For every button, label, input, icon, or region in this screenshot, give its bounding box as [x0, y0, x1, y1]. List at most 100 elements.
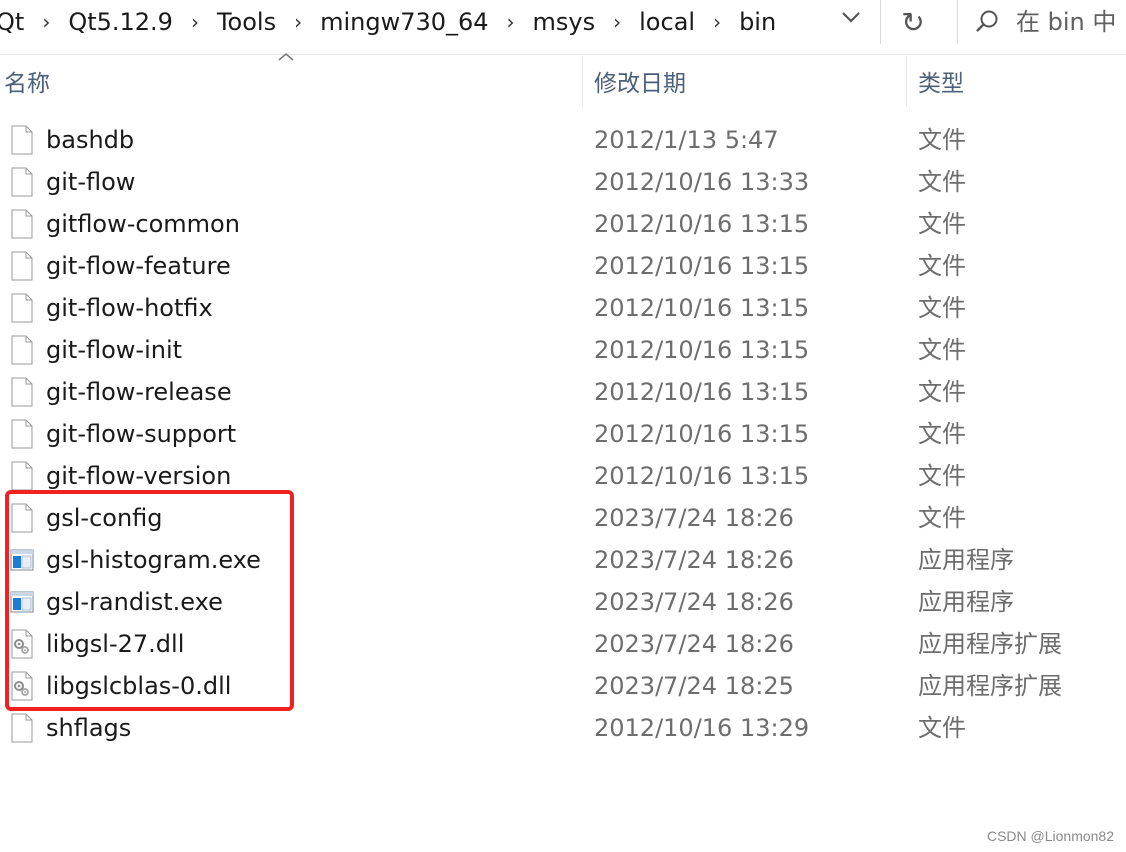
file-date-modified: 2012/10/16 13:15 [594, 420, 810, 448]
column-header-type-label: 类型 [918, 71, 964, 97]
breadcrumb-item[interactable]: msys [531, 8, 598, 36]
column-header-name[interactable]: 名称 [0, 56, 580, 106]
file-type: 文件 [918, 462, 966, 490]
file-row[interactable]: gsl-config 2023/7/24 18:26 文件 [0, 497, 1126, 539]
address-history-button[interactable] [832, 4, 870, 30]
file-date-modified: 2012/10/16 13:33 [594, 168, 810, 196]
file-date-modified: 2012/10/16 13:15 [594, 336, 810, 364]
file-name: libgslcblas-0.dll [46, 672, 232, 700]
blank-file-icon [10, 167, 34, 197]
file-type: 文件 [918, 210, 966, 238]
file-explorer-window: Qt › Qt5.12.9 › Tools › mingw730_64 › msys › local… [0, 0, 1126, 852]
search-box[interactable] [957, 0, 1126, 44]
address-bar[interactable]: Qt › Qt5.12.9 › Tools › mingw730_64 › msys › local… [0, 0, 880, 44]
file-type: 文件 [918, 378, 966, 406]
file-row[interactable]: gsl-randist.exe 2023/7/24 18:26 应用程序 [0, 581, 1126, 623]
search-icon [976, 10, 998, 32]
file-name: shflags [46, 714, 132, 742]
breadcrumb-separator-icon[interactable]: › [26, 10, 66, 34]
file-row[interactable]: bashdb 2012/1/13 5:47 文件 [0, 119, 1126, 161]
file-name: git-flow-version [46, 462, 232, 490]
blank-file-icon [10, 713, 34, 743]
breadcrumb-separator-icon[interactable]: › [175, 10, 215, 34]
blank-file-icon [10, 503, 34, 533]
file-name: git-flow-release [46, 378, 232, 406]
breadcrumb-item[interactable]: Qt [0, 8, 26, 36]
blank-file-icon [10, 251, 34, 281]
file-row[interactable]: shflags 2012/10/16 13:29 文件 [0, 707, 1126, 749]
breadcrumb-separator-icon[interactable]: › [697, 10, 737, 34]
blank-file-icon [10, 377, 34, 407]
file-row[interactable]: git-flow 2012/10/16 13:33 文件 [0, 161, 1126, 203]
blank-file-icon [10, 335, 34, 365]
file-date-modified: 2023/7/24 18:26 [594, 504, 794, 532]
file-row[interactable]: libgsl-27.dll 2023/7/24 18:26 应用程序扩展 [0, 623, 1126, 665]
breadcrumb-separator-icon[interactable]: › [597, 10, 637, 34]
refresh-button[interactable]: ↻ [882, 0, 944, 44]
watermark: CSDN @Lionmon82 [986, 828, 1114, 844]
breadcrumb-separator-icon[interactable]: › [491, 10, 531, 34]
breadcrumb-item[interactable]: Tools [215, 8, 278, 36]
file-type: 文件 [918, 252, 966, 280]
column-resize-handle[interactable] [582, 56, 583, 106]
file-type: 文件 [918, 168, 966, 196]
breadcrumb-item[interactable]: bin [737, 8, 778, 36]
file-name: git-flow-init [46, 336, 183, 364]
application-exe-icon [10, 587, 34, 617]
search-icon-container [958, 0, 1016, 44]
file-date-modified: 2023/7/24 18:26 [594, 588, 794, 616]
chevron-down-icon [842, 12, 860, 23]
file-row[interactable]: libgslcblas-0.dll 2023/7/24 18:25 应用程序扩展 [0, 665, 1126, 707]
file-name: libgsl-27.dll [46, 630, 185, 658]
dll-gear-icon [10, 629, 34, 659]
toolbar-separator [0, 54, 1126, 55]
file-type: 文件 [918, 420, 966, 448]
column-header-row: 名称 修改日期 类型 [0, 52, 1126, 106]
file-type: 应用程序扩展 [918, 672, 1062, 700]
file-type: 文件 [918, 714, 966, 742]
file-row[interactable]: git-flow-version 2012/10/16 13:15 文件 [0, 455, 1126, 497]
breadcrumb-separator-icon[interactable]: › [278, 10, 318, 34]
file-date-modified: 2012/10/16 13:29 [594, 714, 810, 742]
column-header-type[interactable]: 类型 [914, 56, 1126, 106]
dll-gear-icon [10, 671, 34, 701]
file-type: 应用程序 [918, 588, 1014, 616]
file-type: 文件 [918, 294, 966, 322]
file-type: 应用程序 [918, 546, 1014, 574]
file-type: 文件 [918, 126, 966, 154]
navigation-toolbar: Qt › Qt5.12.9 › Tools › mingw730_64 › msys › local… [0, 0, 1126, 44]
search-input[interactable] [1016, 8, 1126, 36]
file-name: git-flow-feature [46, 252, 231, 280]
column-resize-handle[interactable] [906, 56, 907, 106]
file-date-modified: 2023/7/24 18:26 [594, 630, 794, 658]
blank-file-icon [10, 461, 34, 491]
file-date-modified: 2023/7/24 18:25 [594, 672, 794, 700]
column-header-date-label: 修改日期 [594, 71, 686, 97]
file-row[interactable]: git-flow-init 2012/10/16 13:15 文件 [0, 329, 1126, 371]
column-header-date-modified[interactable]: 修改日期 [590, 56, 906, 106]
blank-file-icon [10, 125, 34, 155]
file-date-modified: 2012/10/16 13:15 [594, 294, 810, 322]
file-name: gsl-randist.exe [46, 588, 223, 616]
file-row[interactable]: git-flow-hotfix 2012/10/16 13:15 文件 [0, 287, 1126, 329]
breadcrumb-item[interactable]: Qt5.12.9 [66, 8, 175, 36]
file-row[interactable]: git-flow-feature 2012/10/16 13:15 文件 [0, 245, 1126, 287]
file-type: 应用程序扩展 [918, 630, 1062, 658]
file-date-modified: 2012/10/16 13:15 [594, 462, 810, 490]
file-name: git-flow-hotfix [46, 294, 213, 322]
file-name: bashdb [46, 126, 135, 154]
file-row[interactable]: git-flow-support 2012/10/16 13:15 文件 [0, 413, 1126, 455]
file-row[interactable]: gitflow-common 2012/10/16 13:15 文件 [0, 203, 1126, 245]
blank-file-icon [10, 293, 34, 323]
file-date-modified: 2012/10/16 13:15 [594, 378, 810, 406]
breadcrumb-item[interactable]: local [637, 8, 697, 36]
breadcrumb-item[interactable]: mingw730_64 [318, 8, 490, 36]
toolbar-divider [880, 0, 881, 44]
refresh-icon: ↻ [901, 5, 925, 39]
file-name: git-flow [46, 168, 136, 196]
file-name: gsl-histogram.exe [46, 546, 261, 574]
file-row[interactable]: git-flow-release 2012/10/16 13:15 文件 [0, 371, 1126, 413]
file-date-modified: 2012/10/16 13:15 [594, 252, 810, 280]
file-row[interactable]: gsl-histogram.exe 2023/7/24 18:26 应用程序 [0, 539, 1126, 581]
file-date-modified: 2023/7/24 18:26 [594, 546, 794, 574]
